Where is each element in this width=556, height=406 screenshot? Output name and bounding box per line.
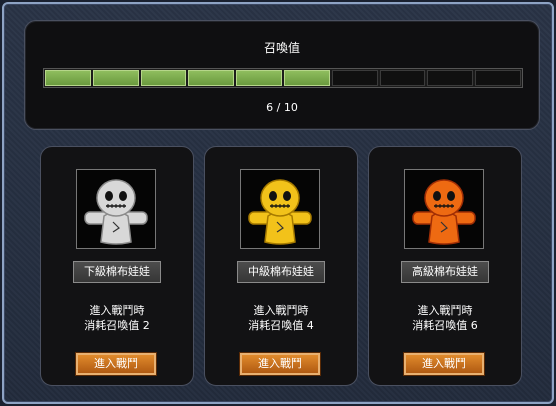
gauge-segment-filled [92, 70, 139, 86]
desc-line2: 消耗召喚值 6 [412, 319, 478, 332]
doll-card-mid: 中級棉布娃娃 進入戰鬥時 消耗召喚值 4 進入戰鬥 [204, 146, 358, 386]
desc-line2: 消耗召喚值 4 [248, 319, 314, 332]
voodoo-doll-icon [412, 179, 476, 245]
doll-card-low: 下級棉布娃娃 進入戰鬥時 消耗召喚值 2 進入戰鬥 [40, 146, 194, 386]
doll-portrait-high [404, 169, 484, 249]
enter-battle-button[interactable]: 進入戰鬥 [76, 353, 156, 375]
doll-card-high: 高級棉布娃娃 進入戰鬥時 消耗召喚值 6 進入戰鬥 [368, 146, 522, 386]
doll-portrait-low [76, 169, 156, 249]
desc-line1: 進入戰鬥時 [417, 304, 473, 317]
doll-cost-description: 進入戰鬥時 消耗召喚值 4 [205, 303, 357, 333]
doll-name-label: 下級棉布娃娃 [73, 261, 161, 283]
desc-line2: 消耗召喚值 2 [84, 319, 150, 332]
summon-gauge-panel: 召喚值 6 / 10 [24, 20, 540, 130]
gauge-segment-filled [140, 70, 187, 86]
gauge-segment-empty [331, 70, 378, 86]
gauge-segment-filled [283, 70, 330, 86]
doll-cost-description: 進入戰鬥時 消耗召喚值 2 [41, 303, 193, 333]
doll-portrait-mid [240, 169, 320, 249]
gauge-segment-filled [188, 70, 235, 86]
gauge-segment-empty [379, 70, 426, 86]
enter-battle-button[interactable]: 進入戰鬥 [404, 353, 484, 375]
gauge-title: 召喚值 [263, 41, 300, 55]
voodoo-doll-icon [248, 179, 312, 245]
enter-battle-button[interactable]: 進入戰鬥 [240, 353, 320, 375]
desc-line1: 進入戰鬥時 [89, 304, 145, 317]
gauge-segment-filled [45, 70, 91, 86]
summon-window: 召喚值 6 / 10 下級棉布娃娃 進入戰鬥時 消耗召喚值 2 進入戰鬥 中級棉… [2, 2, 554, 404]
doll-name-label: 中級棉布娃娃 [237, 261, 325, 283]
doll-name-label: 高級棉布娃娃 [401, 261, 489, 283]
gauge-segment-empty [475, 70, 521, 86]
voodoo-doll-icon [84, 179, 148, 245]
summon-gauge-bar [43, 68, 523, 88]
gauge-count: 6 / 10 [266, 101, 298, 114]
desc-line1: 進入戰鬥時 [253, 304, 309, 317]
gauge-segment-empty [427, 70, 474, 86]
gauge-segment-filled [236, 70, 282, 86]
doll-cost-description: 進入戰鬥時 消耗召喚值 6 [369, 303, 521, 333]
